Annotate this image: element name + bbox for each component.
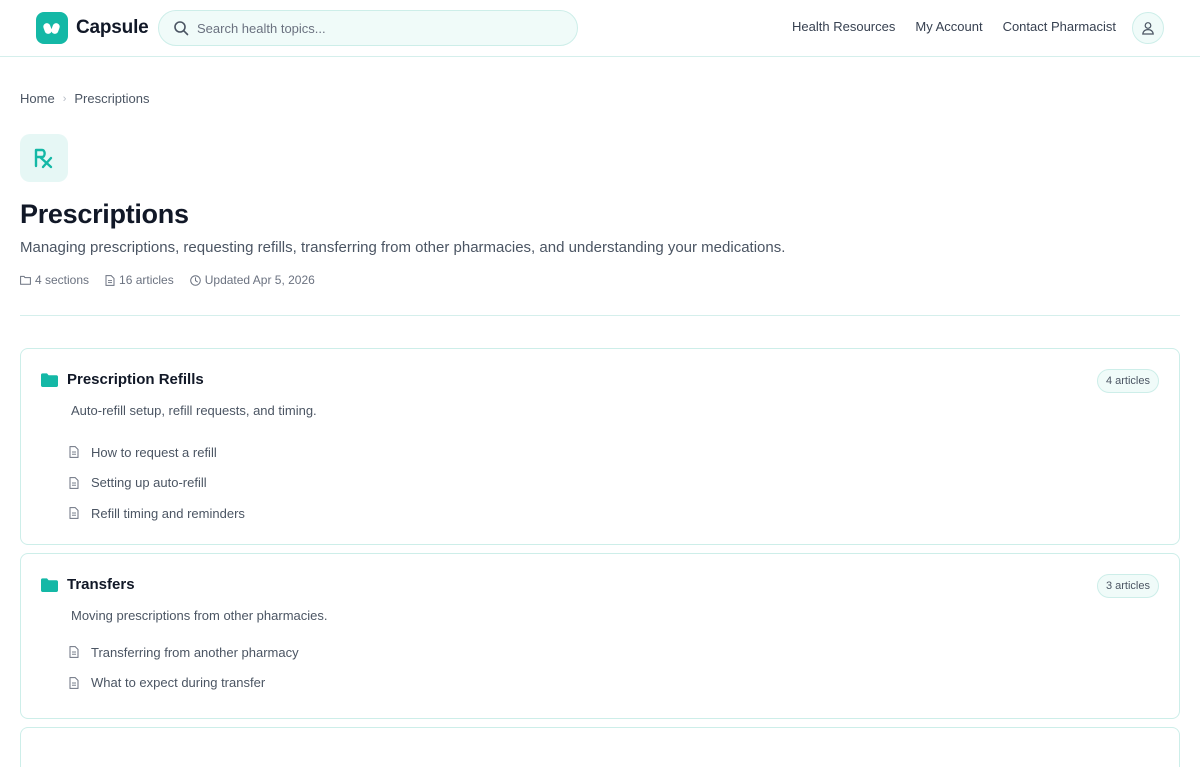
breadcrumb-separator-icon: › [62, 92, 67, 105]
articles-count-label: 16 articles [119, 273, 174, 287]
nav-contact-pharmacist[interactable]: Contact Pharmacist [1003, 19, 1116, 34]
articles-count: 16 articles [105, 273, 174, 287]
user-avatar-button[interactable] [1132, 12, 1164, 44]
breadcrumb: Home › Prescriptions [20, 91, 150, 106]
article-link[interactable]: Refill timing and reminders [69, 498, 245, 529]
category-meta: 4 sections 16 articles Updated Apr 5, 20… [20, 273, 315, 287]
user-icon [1142, 22, 1154, 35]
section-title[interactable]: Transfers [67, 576, 135, 593]
nav-my-account[interactable]: My Account [915, 19, 982, 34]
nav-health-resources[interactable]: Health Resources [792, 19, 895, 34]
document-icon [105, 274, 115, 286]
capsule-logo-icon [36, 12, 68, 44]
article-title[interactable]: Refill timing and reminders [91, 506, 245, 521]
updated-date: Updated Apr 5, 2026 [189, 273, 315, 287]
article-title[interactable]: How to request a refill [91, 445, 217, 460]
section-title[interactable]: Prescription Refills [67, 371, 204, 388]
article-link[interactable]: What to expect during transfer [69, 668, 299, 699]
clock-icon [189, 274, 201, 286]
document-icon [69, 507, 79, 520]
document-icon [69, 476, 79, 489]
sections-count: 4 sections [20, 273, 89, 287]
article-count-badge: 3 articles [1096, 574, 1159, 598]
article-title[interactable]: Setting up auto-refill [91, 475, 207, 490]
page-title: Prescriptions [20, 199, 189, 229]
search-icon [174, 21, 189, 36]
breadcrumb-home[interactable]: Home [20, 91, 55, 106]
article-title[interactable]: What to expect during transfer [91, 675, 265, 690]
breadcrumb-current: Prescriptions [74, 91, 150, 106]
section-divider [20, 315, 1180, 316]
section-card-prescription-refills: Prescription Refills 4 articles Auto-ref… [20, 348, 1180, 545]
article-link[interactable]: Transferring from another pharmacy [69, 637, 299, 668]
search-input[interactable] [197, 20, 567, 36]
page-description: Managing prescriptions, requesting refil… [20, 239, 786, 256]
section-header[interactable]: Prescription Refills [41, 371, 204, 388]
updated-date-label: Updated Apr 5, 2026 [204, 273, 315, 287]
brand-name: Capsule [76, 17, 149, 38]
folder-icon [20, 275, 31, 285]
folder-icon [41, 577, 58, 592]
capsule-logo[interactable]: Capsule [36, 12, 149, 44]
folder-icon [41, 372, 58, 387]
article-count-badge: 4 articles [1096, 369, 1159, 393]
header-nav: Health Resources My Account Contact Phar… [792, 19, 1116, 34]
section-card-partial [20, 727, 1180, 767]
top-navigation-bar: Capsule Health Resources My Account Cont… [0, 0, 1200, 57]
section-card-transfers: Transfers 3 articles Moving prescription… [20, 553, 1180, 719]
document-icon [69, 646, 79, 659]
rx-icon [20, 134, 68, 182]
article-link[interactable]: How to request a refill [69, 437, 245, 468]
section-header[interactable]: Transfers [41, 576, 135, 593]
article-link[interactable]: Setting up auto-refill [69, 468, 245, 499]
document-icon [69, 676, 79, 689]
section-description: Auto-refill setup, refill requests, and … [71, 403, 317, 418]
article-list: Transferring from another pharmacy What … [69, 637, 299, 698]
document-icon [69, 446, 79, 459]
sections-count-label: 4 sections [35, 273, 90, 287]
article-title[interactable]: Transferring from another pharmacy [91, 645, 299, 660]
search-bar[interactable] [158, 10, 578, 46]
section-description: Moving prescriptions from other pharmaci… [71, 608, 328, 623]
article-list: How to request a refill Setting up auto-… [69, 437, 245, 529]
